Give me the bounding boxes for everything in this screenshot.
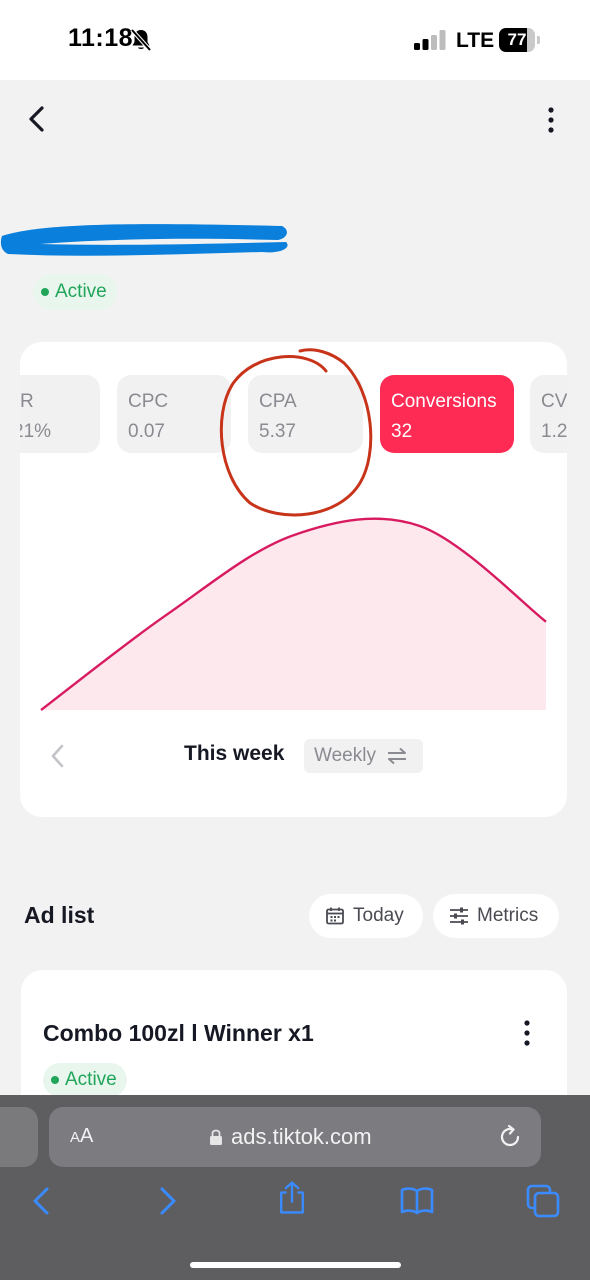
metric-value: 1.2 bbox=[541, 421, 567, 442]
metric-tile-cpa[interactable]: CPA 5.37 bbox=[248, 375, 363, 453]
bookmarks-icon[interactable] bbox=[399, 1183, 435, 1219]
tabs-icon[interactable] bbox=[525, 1183, 561, 1219]
share-icon[interactable] bbox=[274, 1180, 310, 1216]
metric-tile-ctr[interactable]: R 21% bbox=[20, 375, 100, 453]
bell-off-icon bbox=[130, 28, 152, 52]
metric-tile-cvr[interactable]: CV 1.2 bbox=[530, 375, 567, 453]
date-filter-button[interactable]: Today bbox=[309, 894, 423, 938]
metric-tiles-scroller[interactable]: R 21% CPC 0.07 CPA 5.37 Conversions 32 C… bbox=[20, 375, 567, 453]
address-bar[interactable]: AA ads.tiktok.com bbox=[49, 1107, 541, 1167]
ad-status-badge: Active bbox=[43, 1063, 127, 1097]
sliders-icon bbox=[450, 907, 468, 925]
status-dot-icon bbox=[41, 288, 49, 296]
lock-icon bbox=[210, 1129, 222, 1145]
campaign-status-badge: Active bbox=[33, 274, 117, 310]
metric-value: 21% bbox=[20, 421, 52, 442]
metric-tile-conversions[interactable]: Conversions 32 bbox=[380, 375, 514, 453]
conversions-trend-chart bbox=[40, 517, 547, 711]
calendar-icon bbox=[326, 907, 344, 925]
metric-name: R bbox=[20, 391, 34, 412]
date-filter-label: Today bbox=[353, 905, 404, 926]
metrics-button[interactable]: Metrics bbox=[433, 894, 559, 938]
ad-more-options-icon[interactable] bbox=[517, 1018, 537, 1048]
browser-forward-icon[interactable] bbox=[150, 1183, 186, 1219]
battery-percent: 77 bbox=[507, 30, 527, 49]
metric-tile-cpc[interactable]: CPC 0.07 bbox=[117, 375, 231, 453]
battery-icon: 77 bbox=[499, 28, 541, 52]
campaign-status-label: Active bbox=[55, 281, 107, 302]
browser-toolbar: AA ads.tiktok.com bbox=[0, 1095, 590, 1280]
previous-tab-preview[interactable] bbox=[0, 1107, 38, 1167]
granularity-label: Weekly bbox=[314, 745, 376, 766]
network-label: LTE bbox=[456, 29, 495, 52]
swap-arrows-icon bbox=[387, 747, 406, 765]
url-display: ads.tiktok.com bbox=[209, 1124, 372, 1150]
text-size-button[interactable]: AA bbox=[70, 1125, 93, 1148]
period-label: This week bbox=[184, 742, 285, 765]
status-bar: 11:18 LTE 77 bbox=[0, 0, 590, 80]
metric-name: Conversions bbox=[391, 391, 497, 412]
granularity-toggle[interactable]: Weekly bbox=[304, 739, 423, 773]
more-options-icon[interactable] bbox=[538, 104, 564, 136]
back-chevron-icon[interactable] bbox=[22, 102, 52, 136]
metric-value: 32 bbox=[391, 421, 413, 442]
metric-name: CPA bbox=[259, 391, 297, 412]
metric-value: 5.37 bbox=[259, 421, 296, 442]
metric-name: CPC bbox=[128, 391, 169, 412]
status-time: 11:18 bbox=[68, 24, 134, 52]
ad-status-label: Active bbox=[65, 1069, 117, 1090]
metrics-button-label: Metrics bbox=[477, 905, 539, 926]
ad-list-title: Ad list bbox=[24, 902, 95, 928]
metrics-card: R 21% CPC 0.07 CPA 5.37 Conversions 32 C… bbox=[20, 342, 567, 817]
metric-name: CV bbox=[541, 391, 567, 412]
home-indicator bbox=[190, 1262, 401, 1268]
browser-back-icon[interactable] bbox=[25, 1183, 61, 1219]
status-dot-icon bbox=[51, 1076, 59, 1084]
url-text: ads.tiktok.com bbox=[231, 1124, 372, 1149]
signal-icon bbox=[414, 30, 446, 50]
previous-period-chevron-icon[interactable] bbox=[48, 742, 68, 770]
chart-area-fill bbox=[41, 518, 546, 710]
reload-icon[interactable] bbox=[497, 1124, 523, 1150]
metric-value: 0.07 bbox=[128, 421, 165, 442]
ad-name: Combo 100zl l Winner x1 bbox=[43, 1020, 314, 1046]
campaign-name-redaction bbox=[0, 224, 288, 256]
